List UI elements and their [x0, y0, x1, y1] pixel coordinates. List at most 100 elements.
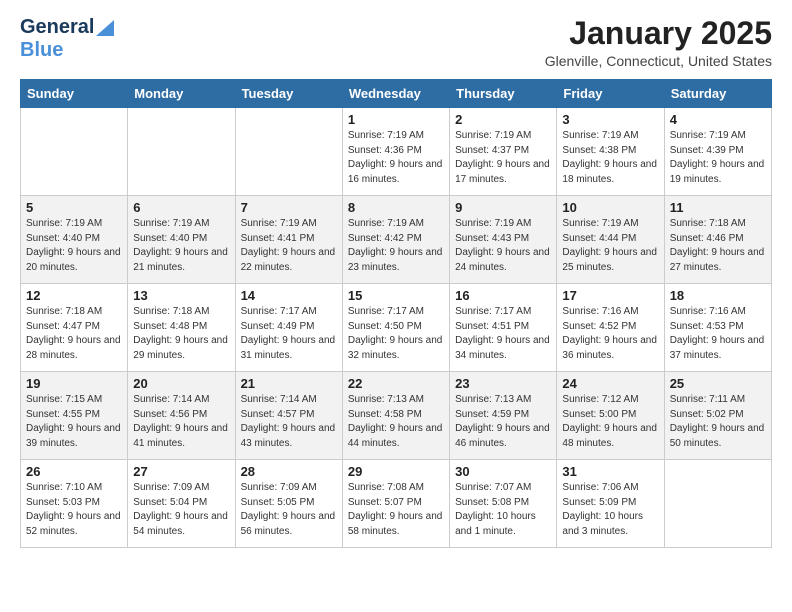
- calendar-cell: 23 Sunrise: 7:13 AM Sunset: 4:59 PM Dayli…: [450, 372, 557, 460]
- calendar-cell: 14 Sunrise: 7:17 AM Sunset: 4:49 PM Dayli…: [235, 284, 342, 372]
- calendar-cell: 5 Sunrise: 7:19 AM Sunset: 4:40 PM Daylig…: [21, 196, 128, 284]
- calendar-cell: 28 Sunrise: 7:09 AM Sunset: 5:05 PM Dayli…: [235, 460, 342, 548]
- day-info: Sunrise: 7:19 AM Sunset: 4:39 PM Dayligh…: [670, 129, 766, 187]
- logo-line2: Blue: [20, 39, 63, 62]
- calendar-cell: 29 Sunrise: 7:08 AM Sunset: 5:07 PM Dayli…: [342, 460, 449, 548]
- calendar-cell: 18 Sunrise: 7:16 AM Sunset: 4:53 PM Dayli…: [664, 284, 771, 372]
- day-info: Sunrise: 7:17 AM Sunset: 4:49 PM Dayligh…: [241, 305, 337, 363]
- day-info: Sunrise: 7:15 AM Sunset: 4:55 PM Dayligh…: [26, 393, 122, 451]
- day-info: Sunrise: 7:13 AM Sunset: 4:59 PM Dayligh…: [455, 393, 551, 451]
- calendar-cell: 22 Sunrise: 7:13 AM Sunset: 4:58 PM Dayli…: [342, 372, 449, 460]
- day-info: Sunrise: 7:14 AM Sunset: 4:57 PM Dayligh…: [241, 393, 337, 451]
- calendar-cell: 4 Sunrise: 7:19 AM Sunset: 4:39 PM Daylig…: [664, 108, 771, 196]
- day-info: Sunrise: 7:19 AM Sunset: 4:43 PM Dayligh…: [455, 217, 551, 275]
- day-info: Sunrise: 7:19 AM Sunset: 4:38 PM Dayligh…: [562, 129, 658, 187]
- col-wednesday: Wednesday: [342, 80, 449, 108]
- calendar-week-1: 1 Sunrise: 7:19 AM Sunset: 4:36 PM Daylig…: [21, 108, 772, 196]
- calendar-cell: 31 Sunrise: 7:06 AM Sunset: 5:09 PM Dayli…: [557, 460, 664, 548]
- day-info: Sunrise: 7:18 AM Sunset: 4:47 PM Dayligh…: [26, 305, 122, 363]
- calendar-cell: [21, 108, 128, 196]
- calendar-cell: 15Sunrise: 7:17 AM Sunset: 4:50 PM Dayli…: [342, 284, 449, 372]
- day-info: Sunrise: 7:19 AM Sunset: 4:37 PM Dayligh…: [455, 129, 551, 187]
- calendar-cell: 2 Sunrise: 7:19 AM Sunset: 4:37 PM Daylig…: [450, 108, 557, 196]
- day-number: 1: [348, 112, 444, 127]
- day-number: 22: [348, 376, 444, 391]
- calendar-cell: 19Sunrise: 7:15 AM Sunset: 4:55 PM Dayli…: [21, 372, 128, 460]
- day-number: 7: [241, 200, 337, 215]
- day-info: Sunrise: 7:07 AM Sunset: 5:08 PM Dayligh…: [455, 481, 551, 539]
- col-friday: Friday: [557, 80, 664, 108]
- col-thursday: Thursday: [450, 80, 557, 108]
- day-info: Sunrise: 7:06 AM Sunset: 5:09 PM Dayligh…: [562, 481, 658, 539]
- day-number: 28: [241, 464, 337, 479]
- logo-blue: Blue: [20, 39, 63, 61]
- day-info: Sunrise: 7:18 AM Sunset: 4:48 PM Dayligh…: [133, 305, 229, 363]
- calendar-cell: 8 Sunrise: 7:19 AM Sunset: 4:42 PM Daylig…: [342, 196, 449, 284]
- day-number: 10: [562, 200, 658, 215]
- calendar-cell: [664, 460, 771, 548]
- calendar-cell: 13 Sunrise: 7:18 AM Sunset: 4:48 PM Dayli…: [128, 284, 235, 372]
- day-number: 26: [26, 464, 122, 479]
- day-info: Sunrise: 7:19 AM Sunset: 4:40 PM Dayligh…: [26, 217, 122, 275]
- logo-general: General: [20, 16, 94, 39]
- calendar-cell: 30 Sunrise: 7:07 AM Sunset: 5:08 PM Dayli…: [450, 460, 557, 548]
- calendar-cell: 21 Sunrise: 7:14 AM Sunset: 4:57 PM Dayli…: [235, 372, 342, 460]
- day-info: Sunrise: 7:19 AM Sunset: 4:44 PM Dayligh…: [562, 217, 658, 275]
- day-number: 30: [455, 464, 551, 479]
- day-info: Sunrise: 7:16 AM Sunset: 4:53 PM Dayligh…: [670, 305, 766, 363]
- logo-line1: General: [20, 16, 114, 39]
- col-monday: Monday: [128, 80, 235, 108]
- calendar-cell: 3 Sunrise: 7:19 AM Sunset: 4:38 PM Daylig…: [557, 108, 664, 196]
- calendar-week-2: 5 Sunrise: 7:19 AM Sunset: 4:40 PM Daylig…: [21, 196, 772, 284]
- day-number: 18: [670, 288, 766, 303]
- calendar-cell: 24Sunrise: 7:12 AM Sunset: 5:00 PM Dayli…: [557, 372, 664, 460]
- day-number: 8: [348, 200, 444, 215]
- day-number: 25: [670, 376, 766, 391]
- day-number: 5: [26, 200, 122, 215]
- day-info: Sunrise: 7:19 AM Sunset: 4:41 PM Dayligh…: [241, 217, 337, 275]
- col-sunday: Sunday: [21, 80, 128, 108]
- day-info: Sunrise: 7:13 AM Sunset: 4:58 PM Dayligh…: [348, 393, 444, 451]
- day-info: Sunrise: 7:08 AM Sunset: 5:07 PM Dayligh…: [348, 481, 444, 539]
- calendar-table: Sunday Monday Tuesday Wednesday Thursday…: [20, 79, 772, 548]
- calendar-cell: 10 Sunrise: 7:19 AM Sunset: 4:44 PM Dayli…: [557, 196, 664, 284]
- day-number: 27: [133, 464, 229, 479]
- day-number: 15: [348, 288, 444, 303]
- day-number: 31: [562, 464, 658, 479]
- day-number: 23: [455, 376, 551, 391]
- calendar-cell: 9 Sunrise: 7:19 AM Sunset: 4:43 PM Daylig…: [450, 196, 557, 284]
- calendar-week-3: 12 Sunrise: 7:18 AM Sunset: 4:47 PM Dayli…: [21, 284, 772, 372]
- day-number: 12: [26, 288, 122, 303]
- logo-arrow-icon: [96, 20, 114, 36]
- calendar-cell: 17Sunrise: 7:16 AM Sunset: 4:52 PM Dayli…: [557, 284, 664, 372]
- day-number: 16: [455, 288, 551, 303]
- title-area: January 2025 Glenville, Connecticut, Uni…: [545, 16, 772, 69]
- day-number: 21: [241, 376, 337, 391]
- calendar-cell: [235, 108, 342, 196]
- day-info: Sunrise: 7:09 AM Sunset: 5:05 PM Dayligh…: [241, 481, 337, 539]
- calendar-cell: 6Sunrise: 7:19 AM Sunset: 4:40 PM Daylig…: [128, 196, 235, 284]
- day-info: Sunrise: 7:10 AM Sunset: 5:03 PM Dayligh…: [26, 481, 122, 539]
- logo: General Blue: [20, 16, 114, 62]
- day-info: Sunrise: 7:17 AM Sunset: 4:51 PM Dayligh…: [455, 305, 551, 363]
- calendar-cell: 7 Sunrise: 7:19 AM Sunset: 4:41 PM Daylig…: [235, 196, 342, 284]
- day-number: 13: [133, 288, 229, 303]
- day-number: 11: [670, 200, 766, 215]
- calendar-cell: 11Sunrise: 7:18 AM Sunset: 4:46 PM Dayli…: [664, 196, 771, 284]
- day-number: 2: [455, 112, 551, 127]
- day-number: 29: [348, 464, 444, 479]
- calendar-cell: [128, 108, 235, 196]
- calendar-cell: 27 Sunrise: 7:09 AM Sunset: 5:04 PM Dayli…: [128, 460, 235, 548]
- calendar-cell: 20Sunrise: 7:14 AM Sunset: 4:56 PM Dayli…: [128, 372, 235, 460]
- day-number: 3: [562, 112, 658, 127]
- day-info: Sunrise: 7:19 AM Sunset: 4:42 PM Dayligh…: [348, 217, 444, 275]
- calendar-header-row: Sunday Monday Tuesday Wednesday Thursday…: [21, 80, 772, 108]
- day-number: 9: [455, 200, 551, 215]
- day-number: 14: [241, 288, 337, 303]
- day-info: Sunrise: 7:19 AM Sunset: 4:36 PM Dayligh…: [348, 129, 444, 187]
- day-info: Sunrise: 7:09 AM Sunset: 5:04 PM Dayligh…: [133, 481, 229, 539]
- calendar-page: General Blue January 2025 Glenville, Con…: [0, 0, 792, 564]
- day-number: 24: [562, 376, 658, 391]
- day-number: 4: [670, 112, 766, 127]
- location: Glenville, Connecticut, United States: [545, 53, 772, 69]
